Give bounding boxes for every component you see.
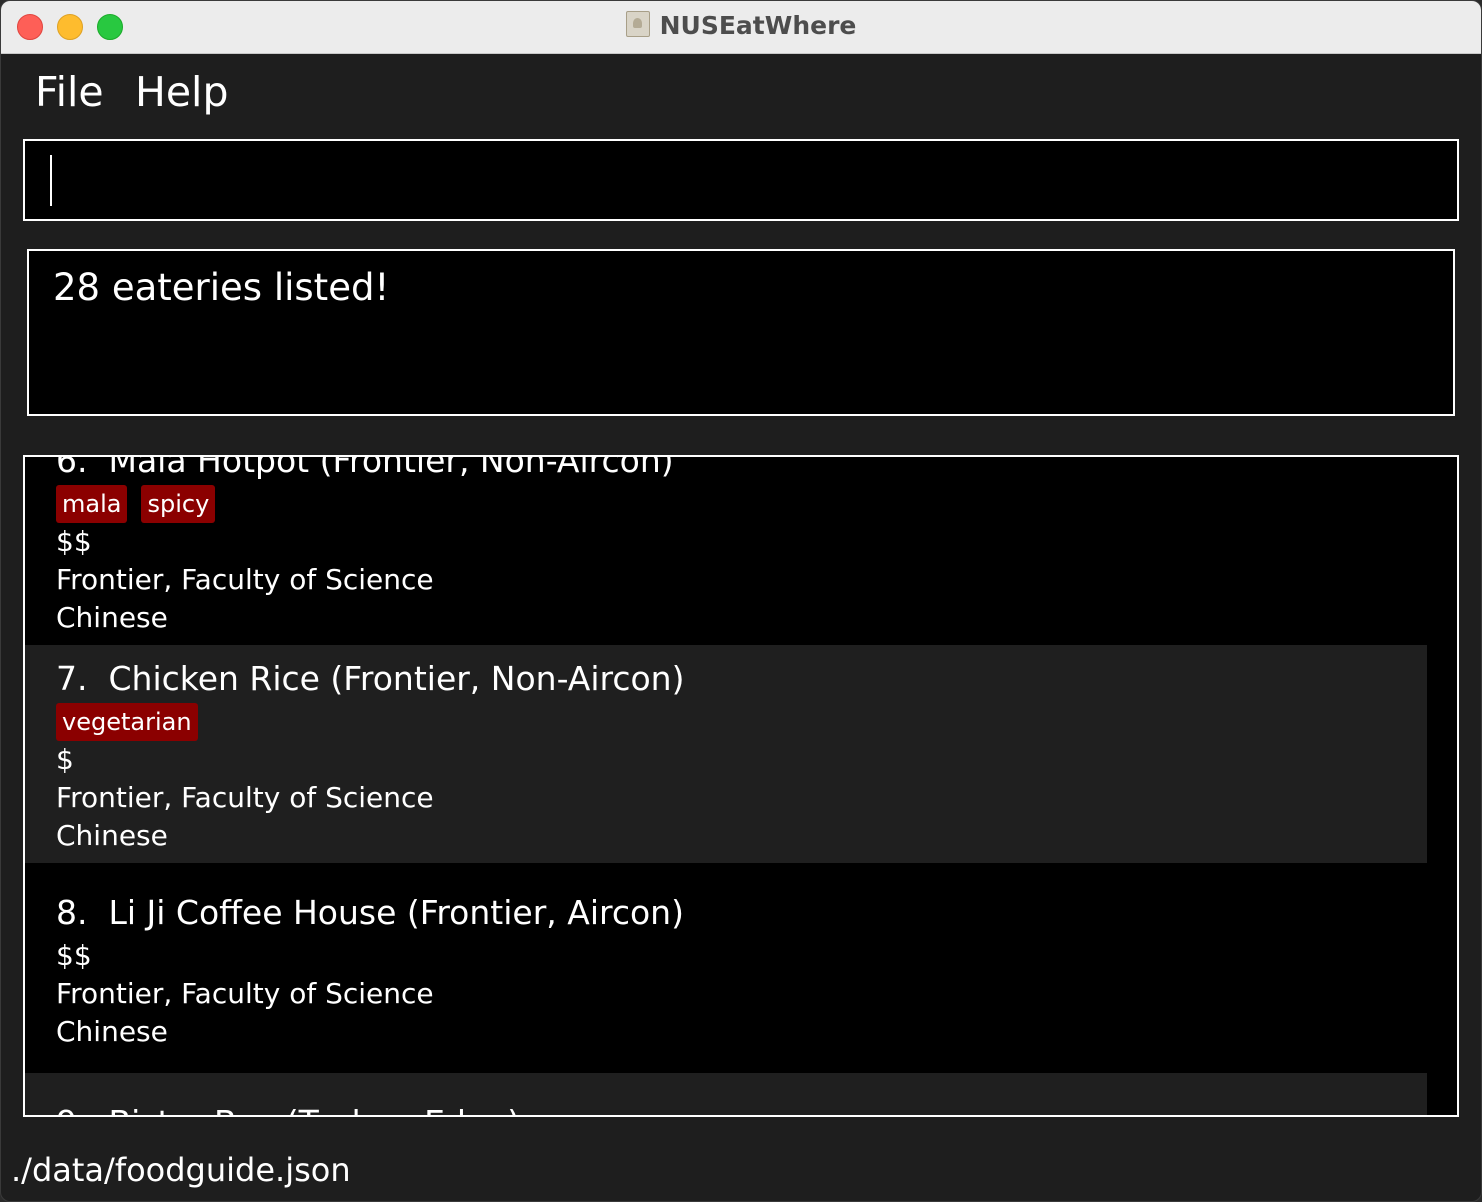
status-bar: ./data/foodguide.json [1,1141,1481,1201]
eatery-card-9[interactable]: 9. Bistro Box (Techno Edge) [25,1073,1427,1115]
eatery-tags: vegetarian [56,703,198,741]
eatery-index: 6. [56,455,88,480]
eatery-category: Chinese [56,1015,168,1048]
result-display: 28 eateries listed! [27,249,1455,416]
eatery-index: 9. [56,1103,88,1115]
eatery-name: 7. Chicken Rice (Frontier, Non-Aircon) [56,659,684,698]
app-window: NUSEatWhere File Help 28 eateries listed… [0,0,1482,1202]
menu-help[interactable]: Help [135,68,228,116]
eatery-price: $$ [56,939,92,972]
data-file-path: ./data/foodguide.json [11,1151,351,1189]
menu-file[interactable]: File [35,68,104,116]
eatery-category: Chinese [56,601,168,634]
eatery-index: 8. [56,893,88,932]
window-title-group: NUSEatWhere [1,11,1481,40]
eatery-card-8[interactable]: 8. Li Ji Coffee House (Frontier, Aircon)… [25,863,1427,1073]
eatery-price: $ [56,743,74,776]
tag-vegetarian: vegetarian [56,703,198,741]
eatery-card-7[interactable]: 7. Chicken Rice (Frontier, Non-Aircon) v… [25,645,1427,863]
eatery-name: 6. Mala Hotpot (Frontier, Non-Aircon) [56,455,674,480]
eatery-name-text: Chicken Rice (Frontier, Non-Aircon) [108,659,685,698]
eatery-location: Frontier, Faculty of Science [56,781,434,814]
command-input[interactable] [23,139,1459,221]
text-caret [50,155,52,206]
eatery-name-text: Bistro Box (Techno Edge) [108,1103,520,1115]
eatery-name: 9. Bistro Box (Techno Edge) [56,1103,520,1115]
list-scroll-gutter[interactable] [1451,457,1457,1115]
eatery-tags: mala spicy [56,485,216,523]
eatery-name: 8. Li Ji Coffee House (Frontier, Aircon) [56,893,684,932]
eatery-location: Frontier, Faculty of Science [56,563,434,596]
eatery-name-text: Li Ji Coffee House (Frontier, Aircon) [108,893,684,932]
eatery-category: Chinese [56,819,168,852]
eatery-location: Frontier, Faculty of Science [56,977,434,1010]
eatery-price: $$ [56,525,92,558]
menu-bar: File Help [1,54,1481,132]
result-message: 28 eateries listed! [53,266,390,309]
window-title: NUSEatWhere [659,11,857,40]
tag-spicy: spicy [141,485,216,523]
title-bar[interactable]: NUSEatWhere [1,1,1481,54]
eatery-index: 7. [56,659,88,698]
app-document-icon [625,11,650,37]
eatery-card-6[interactable]: 6. Mala Hotpot (Frontier, Non-Aircon) ma… [25,457,1427,645]
tag-mala: mala [56,485,128,523]
eatery-list[interactable]: 6. Mala Hotpot (Frontier, Non-Aircon) ma… [23,455,1459,1117]
eatery-name-text: Mala Hotpot (Frontier, Non-Aircon) [108,455,674,480]
